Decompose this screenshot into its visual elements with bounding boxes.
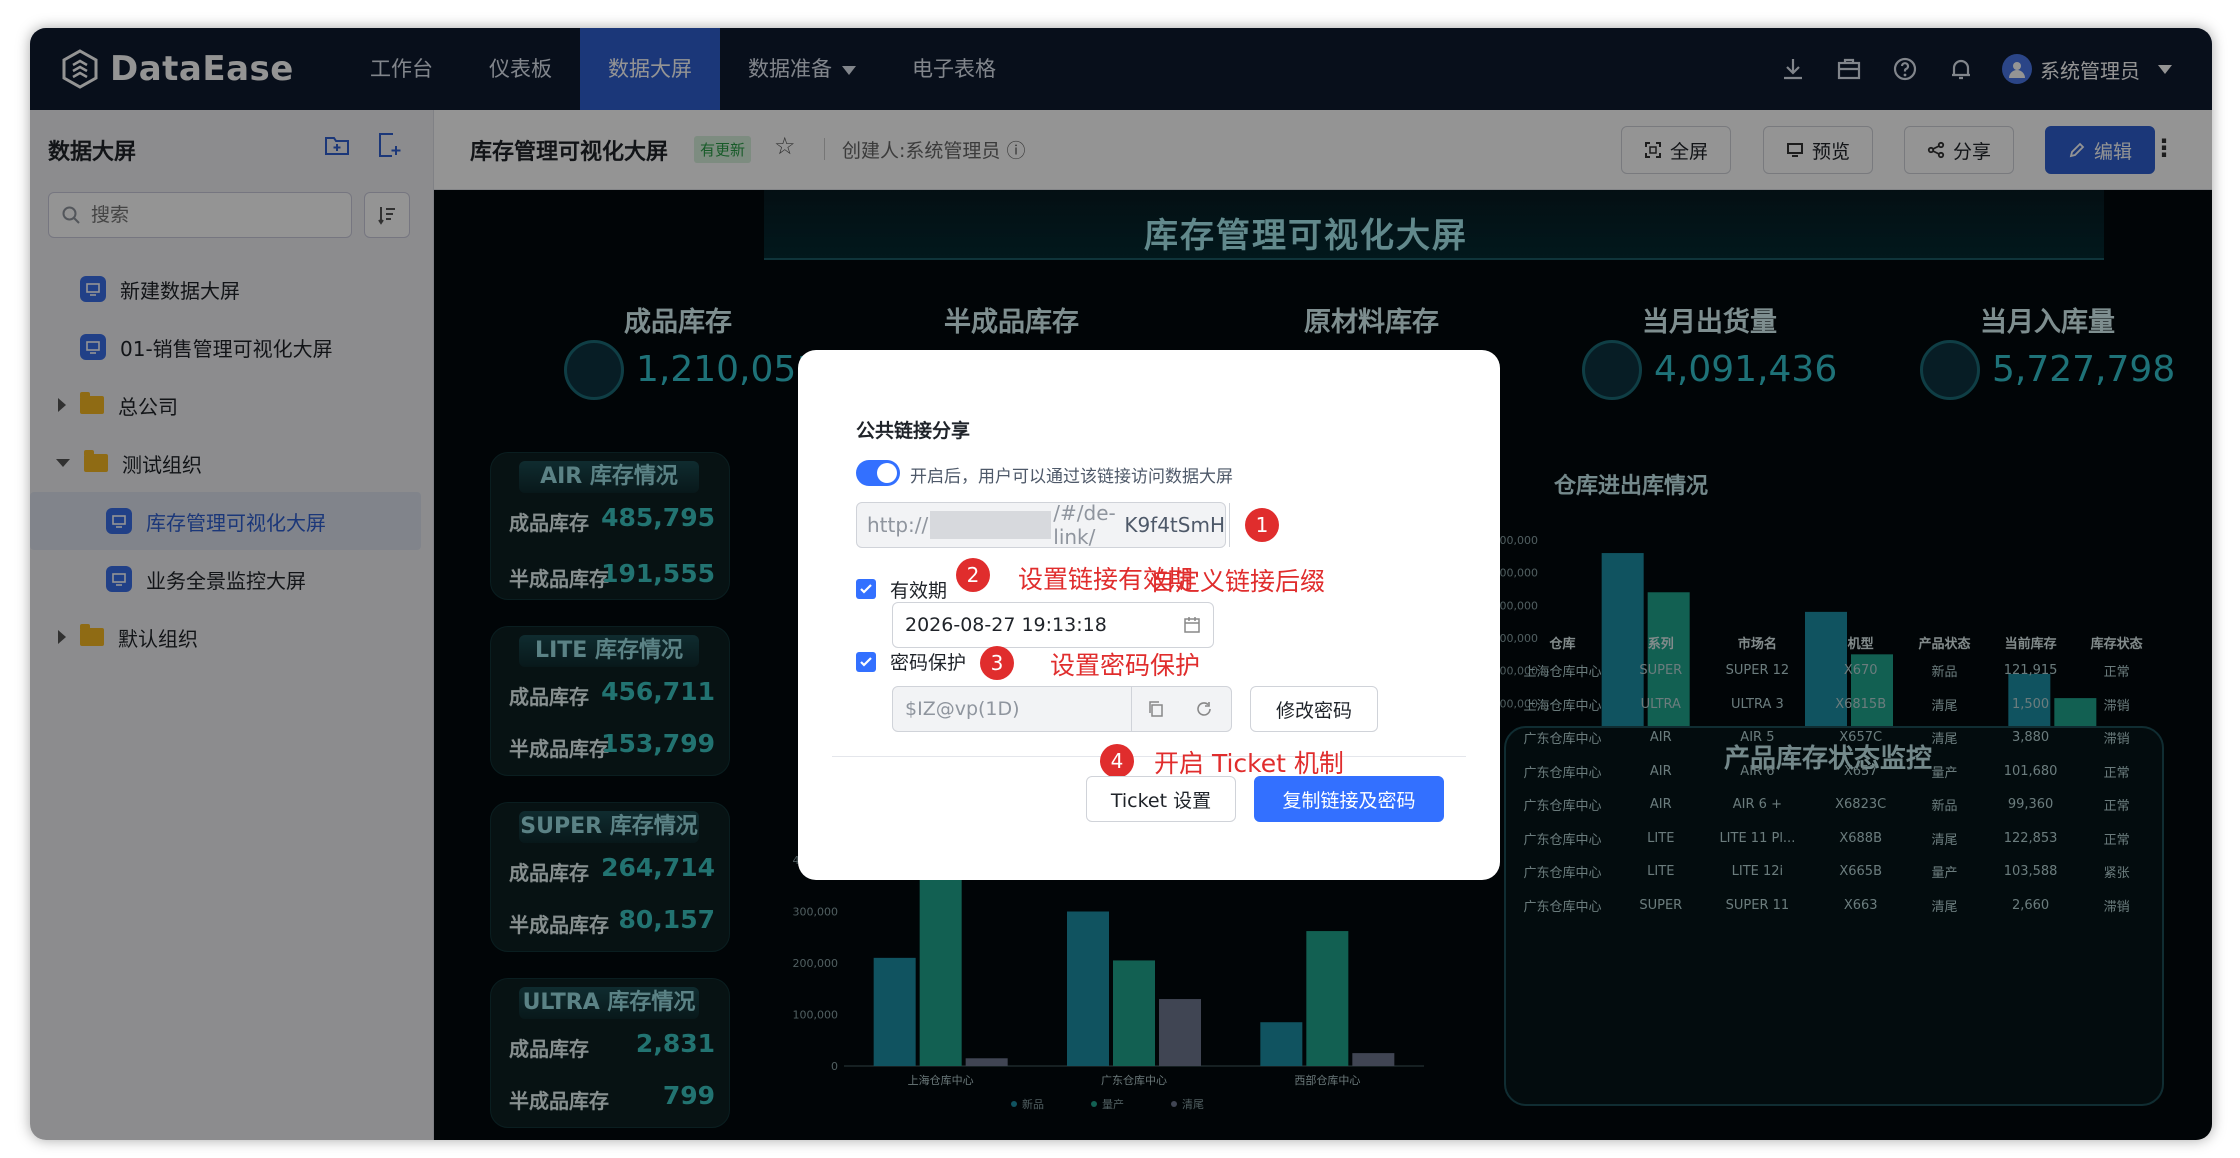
link-path: /#/de-link/ — [1053, 501, 1116, 549]
copy-icon[interactable] — [1131, 687, 1179, 731]
step-marker-1: 1 — [1245, 508, 1279, 542]
step-marker-2: 2 — [956, 558, 990, 592]
share-link-dialog: 公共链接分享 开启后，用户可以通过该链接访问数据大屏 http:// /#/de… — [798, 350, 1500, 880]
password-label: 密码保护 — [890, 652, 967, 674]
link-prefix: http:// — [867, 513, 929, 537]
copy-link-password-button[interactable]: 复制链接及密码 — [1254, 776, 1444, 822]
annotation-2: 设置链接有效期 — [1018, 565, 1194, 594]
dialog-divider — [832, 756, 1466, 757]
redacted-host — [930, 511, 1052, 539]
expiry-value: 2026-08-27 19:13:18 — [905, 614, 1107, 636]
step-marker-4: 4 — [1100, 744, 1134, 778]
step-marker-3: 3 — [980, 646, 1014, 680]
app-window: DataEase 工作台 仪表板 数据大屏 数据准备 电子表格 系统管理员 数据… — [30, 28, 2212, 1140]
password-checkbox[interactable] — [856, 652, 876, 672]
expiry-label: 有效期 — [890, 580, 948, 602]
dialog-title: 公共链接分享 — [856, 420, 971, 442]
ticket-settings-button[interactable]: Ticket 设置 — [1086, 776, 1236, 822]
annotation-3: 设置密码保护 — [1050, 651, 1201, 680]
link-suffix: K9f4tSmH — [1124, 513, 1225, 537]
calendar-icon — [1184, 617, 1200, 633]
annotation-4: 开启 Ticket 机制 — [1154, 749, 1344, 778]
expiry-checkbox[interactable] — [856, 579, 876, 599]
password-field[interactable]: $IZ@vp(1D) — [892, 686, 1232, 732]
check-icon — [860, 584, 872, 594]
check-icon — [860, 657, 872, 667]
share-link-field[interactable]: http:// /#/de-link/ K9f4tSmH — [856, 501, 1265, 549]
password-value: $IZ@vp(1D) — [905, 698, 1020, 720]
refresh-icon[interactable] — [1179, 687, 1229, 731]
change-password-button[interactable]: 修改密码 — [1250, 686, 1378, 732]
toggle-description: 开启后，用户可以通过该链接访问数据大屏 — [910, 467, 1233, 487]
public-link-toggle[interactable] — [856, 460, 900, 486]
expiry-datetime-picker[interactable]: 2026-08-27 19:13:18 — [892, 602, 1214, 648]
